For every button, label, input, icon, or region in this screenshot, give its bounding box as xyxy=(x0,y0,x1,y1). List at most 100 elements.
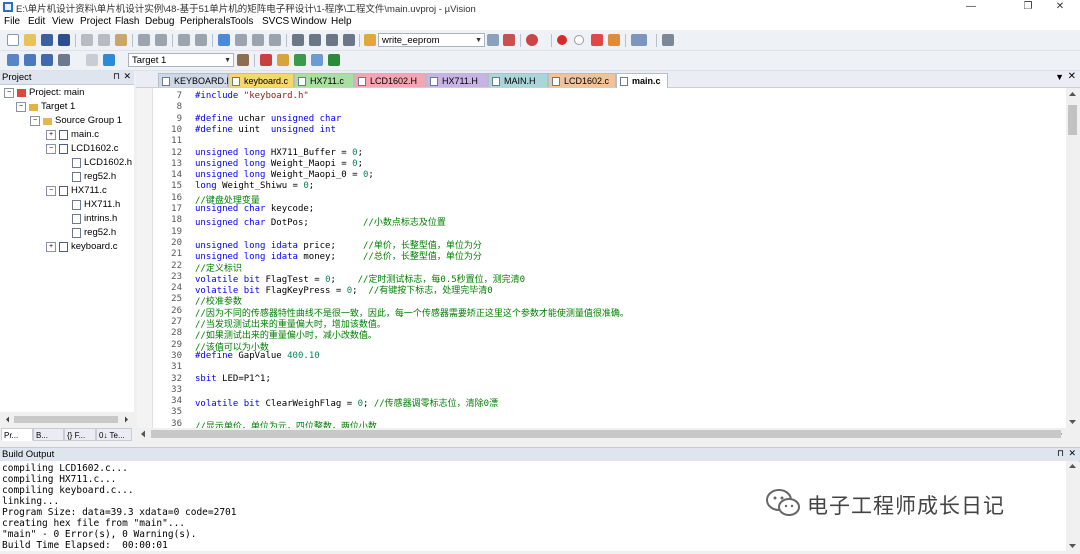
scroll-thumb[interactable] xyxy=(151,430,1061,438)
code-editor[interactable]: 7 #include "keyboard.h" 8 9 #define uchar un… xyxy=(137,88,1066,432)
scroll-down-icon[interactable] xyxy=(1069,420,1076,424)
tree-node-header[interactable]: reg52.h xyxy=(72,171,116,184)
clear-breakpoints-icon[interactable] xyxy=(608,34,620,46)
code-line[interactable]: volatile bit ClearWeighFlag = 0; //传感器调零… xyxy=(195,396,498,409)
pin-icon[interactable]: ⊓ xyxy=(113,71,120,82)
code-line[interactable]: #define GapValue 400.10 xyxy=(195,351,320,361)
tree-node-file[interactable]: + keyboard.c xyxy=(46,241,117,254)
menu-debug[interactable]: Debug xyxy=(145,16,174,27)
code-line[interactable]: #define uint unsigned int xyxy=(195,125,336,135)
scroll-right-icon[interactable] xyxy=(125,416,128,423)
tree-node-header[interactable]: reg52.h xyxy=(72,227,116,240)
copy-icon[interactable] xyxy=(98,34,110,46)
tree-node-file[interactable]: + main.c xyxy=(46,129,99,142)
uncomment-icon[interactable] xyxy=(343,34,355,46)
tab-keyboard-c[interactable]: keyboard.c xyxy=(228,73,294,87)
target-combo[interactable]: Target 1 ▼ xyxy=(128,53,234,67)
redo-icon[interactable] xyxy=(155,34,167,46)
scroll-thumb[interactable] xyxy=(14,416,118,423)
build-output-vertical-scrollbar[interactable] xyxy=(1066,461,1079,551)
tree-node-header[interactable]: intrins.h xyxy=(72,213,117,226)
rebuild-icon[interactable] xyxy=(41,54,53,66)
batch-build-icon[interactable] xyxy=(58,54,70,66)
bookmark-icon[interactable] xyxy=(218,34,230,46)
expand-icon[interactable]: + xyxy=(46,241,56,252)
tab-templates[interactable]: 0↓ Te... xyxy=(96,428,132,441)
collapse-icon[interactable]: − xyxy=(46,185,56,196)
tree-node-target[interactable]: − Target 1 xyxy=(16,101,75,114)
close-tab-icon[interactable]: ✕ xyxy=(1068,71,1076,82)
menu-tools[interactable]: Tools xyxy=(230,16,253,27)
tab-books[interactable]: B... xyxy=(33,428,64,441)
code-line[interactable]: #include "keyboard.h" xyxy=(195,91,309,101)
scroll-thumb[interactable] xyxy=(1068,105,1077,135)
code-line[interactable]: unsigned long Weight_Maopi_0 = 0; xyxy=(195,170,374,180)
code-line[interactable]: #define uchar unsigned char xyxy=(195,114,341,124)
minimize-button[interactable]: — xyxy=(951,0,991,14)
project-horizontal-scrollbar[interactable] xyxy=(0,414,134,425)
editor-gutter[interactable] xyxy=(137,88,153,428)
collapse-icon[interactable]: − xyxy=(4,87,14,98)
scroll-left-icon[interactable] xyxy=(6,416,9,423)
stop-build-icon[interactable] xyxy=(86,54,98,66)
code-line[interactable]: unsigned long HX711_Buffer = 0; xyxy=(195,148,363,158)
indent-icon[interactable] xyxy=(292,34,304,46)
incremental-find-icon[interactable] xyxy=(503,34,515,46)
collapse-icon[interactable]: − xyxy=(16,101,26,112)
next-bookmark-icon[interactable] xyxy=(252,34,264,46)
pin-icon[interactable]: ⊓ xyxy=(1057,448,1064,459)
navigate-back-icon[interactable] xyxy=(178,34,190,46)
tree-node-header[interactable]: HX711.h xyxy=(72,199,120,212)
tab-list-chevron-icon[interactable]: ▼ xyxy=(1055,72,1064,82)
disable-breakpoint-icon[interactable] xyxy=(574,35,584,45)
kill-breakpoints-icon[interactable] xyxy=(591,34,603,46)
tab-keyboard-h[interactable]: KEYBOARD.H xyxy=(158,73,233,87)
close-button[interactable]: ✕ xyxy=(1040,0,1080,14)
tab-functions[interactable]: {} F... xyxy=(64,428,96,441)
prev-bookmark-icon[interactable] xyxy=(235,34,247,46)
code-line[interactable]: sbit LED=P1^1; xyxy=(195,374,271,384)
select-packs-icon[interactable] xyxy=(277,54,289,66)
find-icon[interactable] xyxy=(487,34,499,46)
chevron-down-icon[interactable]: ▼ xyxy=(475,34,482,48)
clear-bookmarks-icon[interactable] xyxy=(269,34,281,46)
expand-icon[interactable]: + xyxy=(46,129,56,140)
paste-icon[interactable] xyxy=(115,34,127,46)
tree-node-project[interactable]: − Project: main xyxy=(4,87,84,100)
code-line[interactable]: unsigned long Weight_Maopi = 0; xyxy=(195,159,363,169)
collapse-icon[interactable]: − xyxy=(46,143,56,154)
configure-icon[interactable] xyxy=(662,34,674,46)
code-line[interactable]: long Weight_Shiwu = 0; xyxy=(195,181,314,191)
download-icon[interactable] xyxy=(103,54,115,66)
menu-view[interactable]: View xyxy=(52,16,74,27)
pack-installer-icon[interactable] xyxy=(311,54,323,66)
cut-icon[interactable] xyxy=(81,34,93,46)
open-folder-icon[interactable] xyxy=(24,34,36,46)
scroll-down-icon[interactable] xyxy=(1069,544,1076,548)
scroll-up-icon[interactable] xyxy=(1069,92,1076,96)
tree-node-header[interactable]: LCD1602.h xyxy=(72,157,132,170)
collapse-icon[interactable]: − xyxy=(30,115,40,126)
manage-project-items-icon[interactable] xyxy=(260,54,272,66)
tab-hx711-c[interactable]: HX711.c xyxy=(294,73,354,87)
tree-node-source-group[interactable]: − Source Group 1 xyxy=(30,115,122,128)
menu-peripherals[interactable]: Peripherals xyxy=(180,16,231,27)
code-line[interactable]: unsigned char keycode; xyxy=(195,204,314,214)
menu-svcs[interactable]: SVCS xyxy=(262,16,289,27)
window-layout-icon[interactable] xyxy=(631,34,647,46)
tree-node-file[interactable]: − LCD1602.c xyxy=(46,143,119,156)
debug-session-icon[interactable] xyxy=(526,34,538,46)
tab-main-c[interactable]: main.c xyxy=(616,73,668,88)
translate-icon[interactable] xyxy=(7,54,19,66)
tab-project[interactable]: Pr... xyxy=(1,428,33,441)
menu-edit[interactable]: Edit xyxy=(28,16,45,27)
save-icon[interactable] xyxy=(41,34,53,46)
target-options-icon[interactable] xyxy=(237,54,249,66)
tab-lcd1602-h[interactable]: LCD1602.H xyxy=(354,73,426,87)
menu-help[interactable]: Help xyxy=(331,16,352,27)
run-time-environment-icon[interactable] xyxy=(328,54,340,66)
close-icon[interactable]: ✕ xyxy=(123,71,131,82)
navigate-forward-icon[interactable] xyxy=(195,34,207,46)
tab-lcd1602-c[interactable]: LCD1602.c xyxy=(548,73,616,87)
code-line[interactable]: unsigned char DotPos; //小数点标志及位置 xyxy=(195,215,446,228)
